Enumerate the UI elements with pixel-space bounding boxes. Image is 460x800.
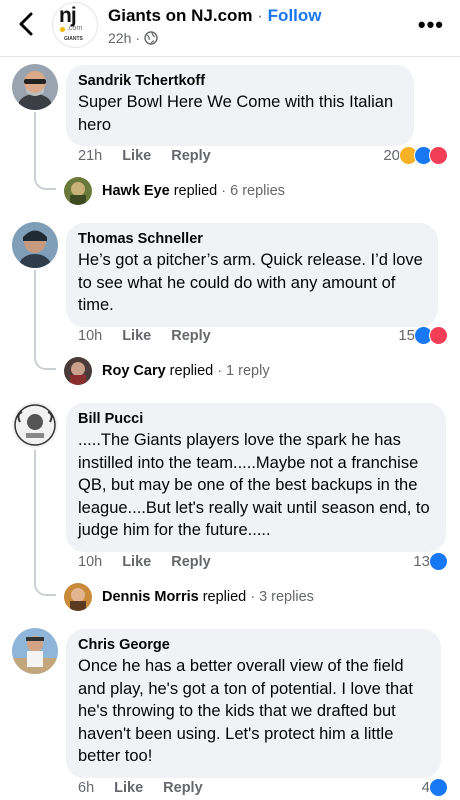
avatar[interactable]	[12, 64, 58, 110]
love-reaction-icon	[429, 326, 448, 345]
view-replies-link[interactable]: Roy Cary replied · 1 reply	[64, 357, 270, 385]
post-time[interactable]: 22h	[108, 30, 131, 46]
page-name-link[interactable]: Giants on NJ.com	[108, 6, 253, 25]
avatar-image	[12, 628, 58, 674]
comment-author[interactable]: Bill Pucci	[78, 411, 434, 427]
reply-author: Roy Cary	[102, 363, 166, 379]
comment-bubble[interactable]: Chris George Once he has a better overal…	[66, 629, 441, 778]
comment-actions: 6h Like Reply	[78, 780, 203, 796]
logo-subtext: .com	[67, 25, 83, 32]
view-replies-link[interactable]: Dennis Morris replied · 3 replies	[64, 583, 314, 611]
comment-bubble[interactable]: Thomas Schneller He’s got a pitcher’s ar…	[66, 223, 438, 327]
reply-verb: replied	[173, 183, 218, 199]
reaction-summary[interactable]: 13	[413, 552, 448, 571]
thread-line	[34, 112, 36, 172]
reply-avatar-image	[64, 177, 92, 205]
back-button[interactable]	[14, 10, 40, 38]
like-button[interactable]: Like	[122, 554, 151, 570]
thread-connector	[34, 352, 56, 370]
post-meta: 22h ·	[108, 30, 158, 46]
meta-separator: ·	[135, 30, 141, 46]
like-reaction-icon	[429, 778, 448, 797]
reply-avatar	[64, 177, 92, 205]
avatar[interactable]	[12, 222, 58, 268]
avatar-image	[12, 64, 58, 110]
avatar-image	[12, 402, 58, 448]
reply-avatar	[64, 357, 92, 385]
globe-icon	[144, 31, 158, 45]
reply-avatar-image	[64, 357, 92, 385]
thread-connector	[34, 578, 56, 596]
view-replies-link[interactable]: Hawk Eye replied · 6 replies	[64, 177, 285, 205]
reply-avatar-image	[64, 583, 92, 611]
reply-verb: replied	[169, 363, 214, 379]
page-title: Giants on NJ.com · Follow	[108, 6, 322, 26]
like-reaction-icon	[429, 552, 448, 571]
reaction-count: 15	[398, 327, 415, 344]
logo-dot-icon	[60, 27, 65, 32]
like-button[interactable]: Like	[114, 780, 143, 796]
comment-time[interactable]: 10h	[78, 328, 102, 344]
thread-line	[34, 450, 36, 578]
reaction-summary[interactable]: 20	[383, 146, 448, 165]
avatar[interactable]	[12, 628, 58, 674]
post-header: nj .com GIANTS Giants on NJ.com · Follow…	[0, 0, 460, 56]
comment-text: .....The Giants players love the spark h…	[78, 431, 430, 539]
logo-team-text: GIANTS	[64, 36, 83, 42]
thread-connector	[34, 172, 56, 190]
comment-text: He’s got a pitcher’s arm. Quick release.…	[78, 251, 423, 314]
comment-bubble[interactable]: Sandrik Tchertkoff Super Bowl Here We Co…	[66, 65, 414, 146]
like-button[interactable]: Like	[122, 328, 151, 344]
title-separator: ·	[257, 6, 263, 25]
reply-avatar	[64, 583, 92, 611]
header-divider	[0, 56, 460, 57]
thread-line	[34, 270, 36, 352]
comment-author[interactable]: Sandrik Tchertkoff	[78, 73, 402, 89]
reply-count: · 1 reply	[217, 363, 270, 379]
avatar[interactable]	[12, 402, 58, 448]
comment-author[interactable]: Chris George	[78, 637, 429, 653]
more-options-button[interactable]: •••	[418, 12, 444, 38]
avatar-image	[12, 222, 58, 268]
reaction-summary[interactable]: 4	[422, 778, 448, 797]
comment-actions: 10h Like Reply	[78, 554, 211, 570]
reply-button[interactable]: Reply	[171, 554, 211, 570]
comment-actions: 21h Like Reply	[78, 148, 211, 164]
comment-author[interactable]: Thomas Schneller	[78, 231, 426, 247]
reply-verb: replied	[202, 589, 247, 605]
comment-time[interactable]: 21h	[78, 148, 102, 164]
follow-button[interactable]: Follow	[268, 6, 322, 25]
comment-time[interactable]: 10h	[78, 554, 102, 570]
reaction-count: 13	[413, 553, 430, 570]
reply-button[interactable]: Reply	[163, 780, 203, 796]
comment-text: Once he has a better overall view of the…	[78, 657, 413, 765]
reply-author: Hawk Eye	[102, 183, 170, 199]
reply-count: · 3 replies	[250, 589, 314, 605]
back-arrow-icon	[19, 12, 33, 36]
reply-button[interactable]: Reply	[171, 148, 211, 164]
reply-author: Dennis Morris	[102, 589, 199, 605]
comment-time[interactable]: 6h	[78, 780, 94, 796]
love-reaction-icon	[429, 146, 448, 165]
comment-text: Super Bowl Here We Come with this Italia…	[78, 93, 394, 134]
comment-bubble[interactable]: Bill Pucci .....The Giants players love …	[66, 403, 446, 552]
reply-count: · 6 replies	[221, 183, 285, 199]
comment-actions: 10h Like Reply	[78, 328, 211, 344]
page-logo[interactable]: nj .com GIANTS	[52, 2, 98, 48]
reply-button[interactable]: Reply	[171, 328, 211, 344]
reaction-count: 20	[383, 147, 400, 164]
reaction-summary[interactable]: 15	[398, 326, 448, 345]
like-button[interactable]: Like	[122, 148, 151, 164]
